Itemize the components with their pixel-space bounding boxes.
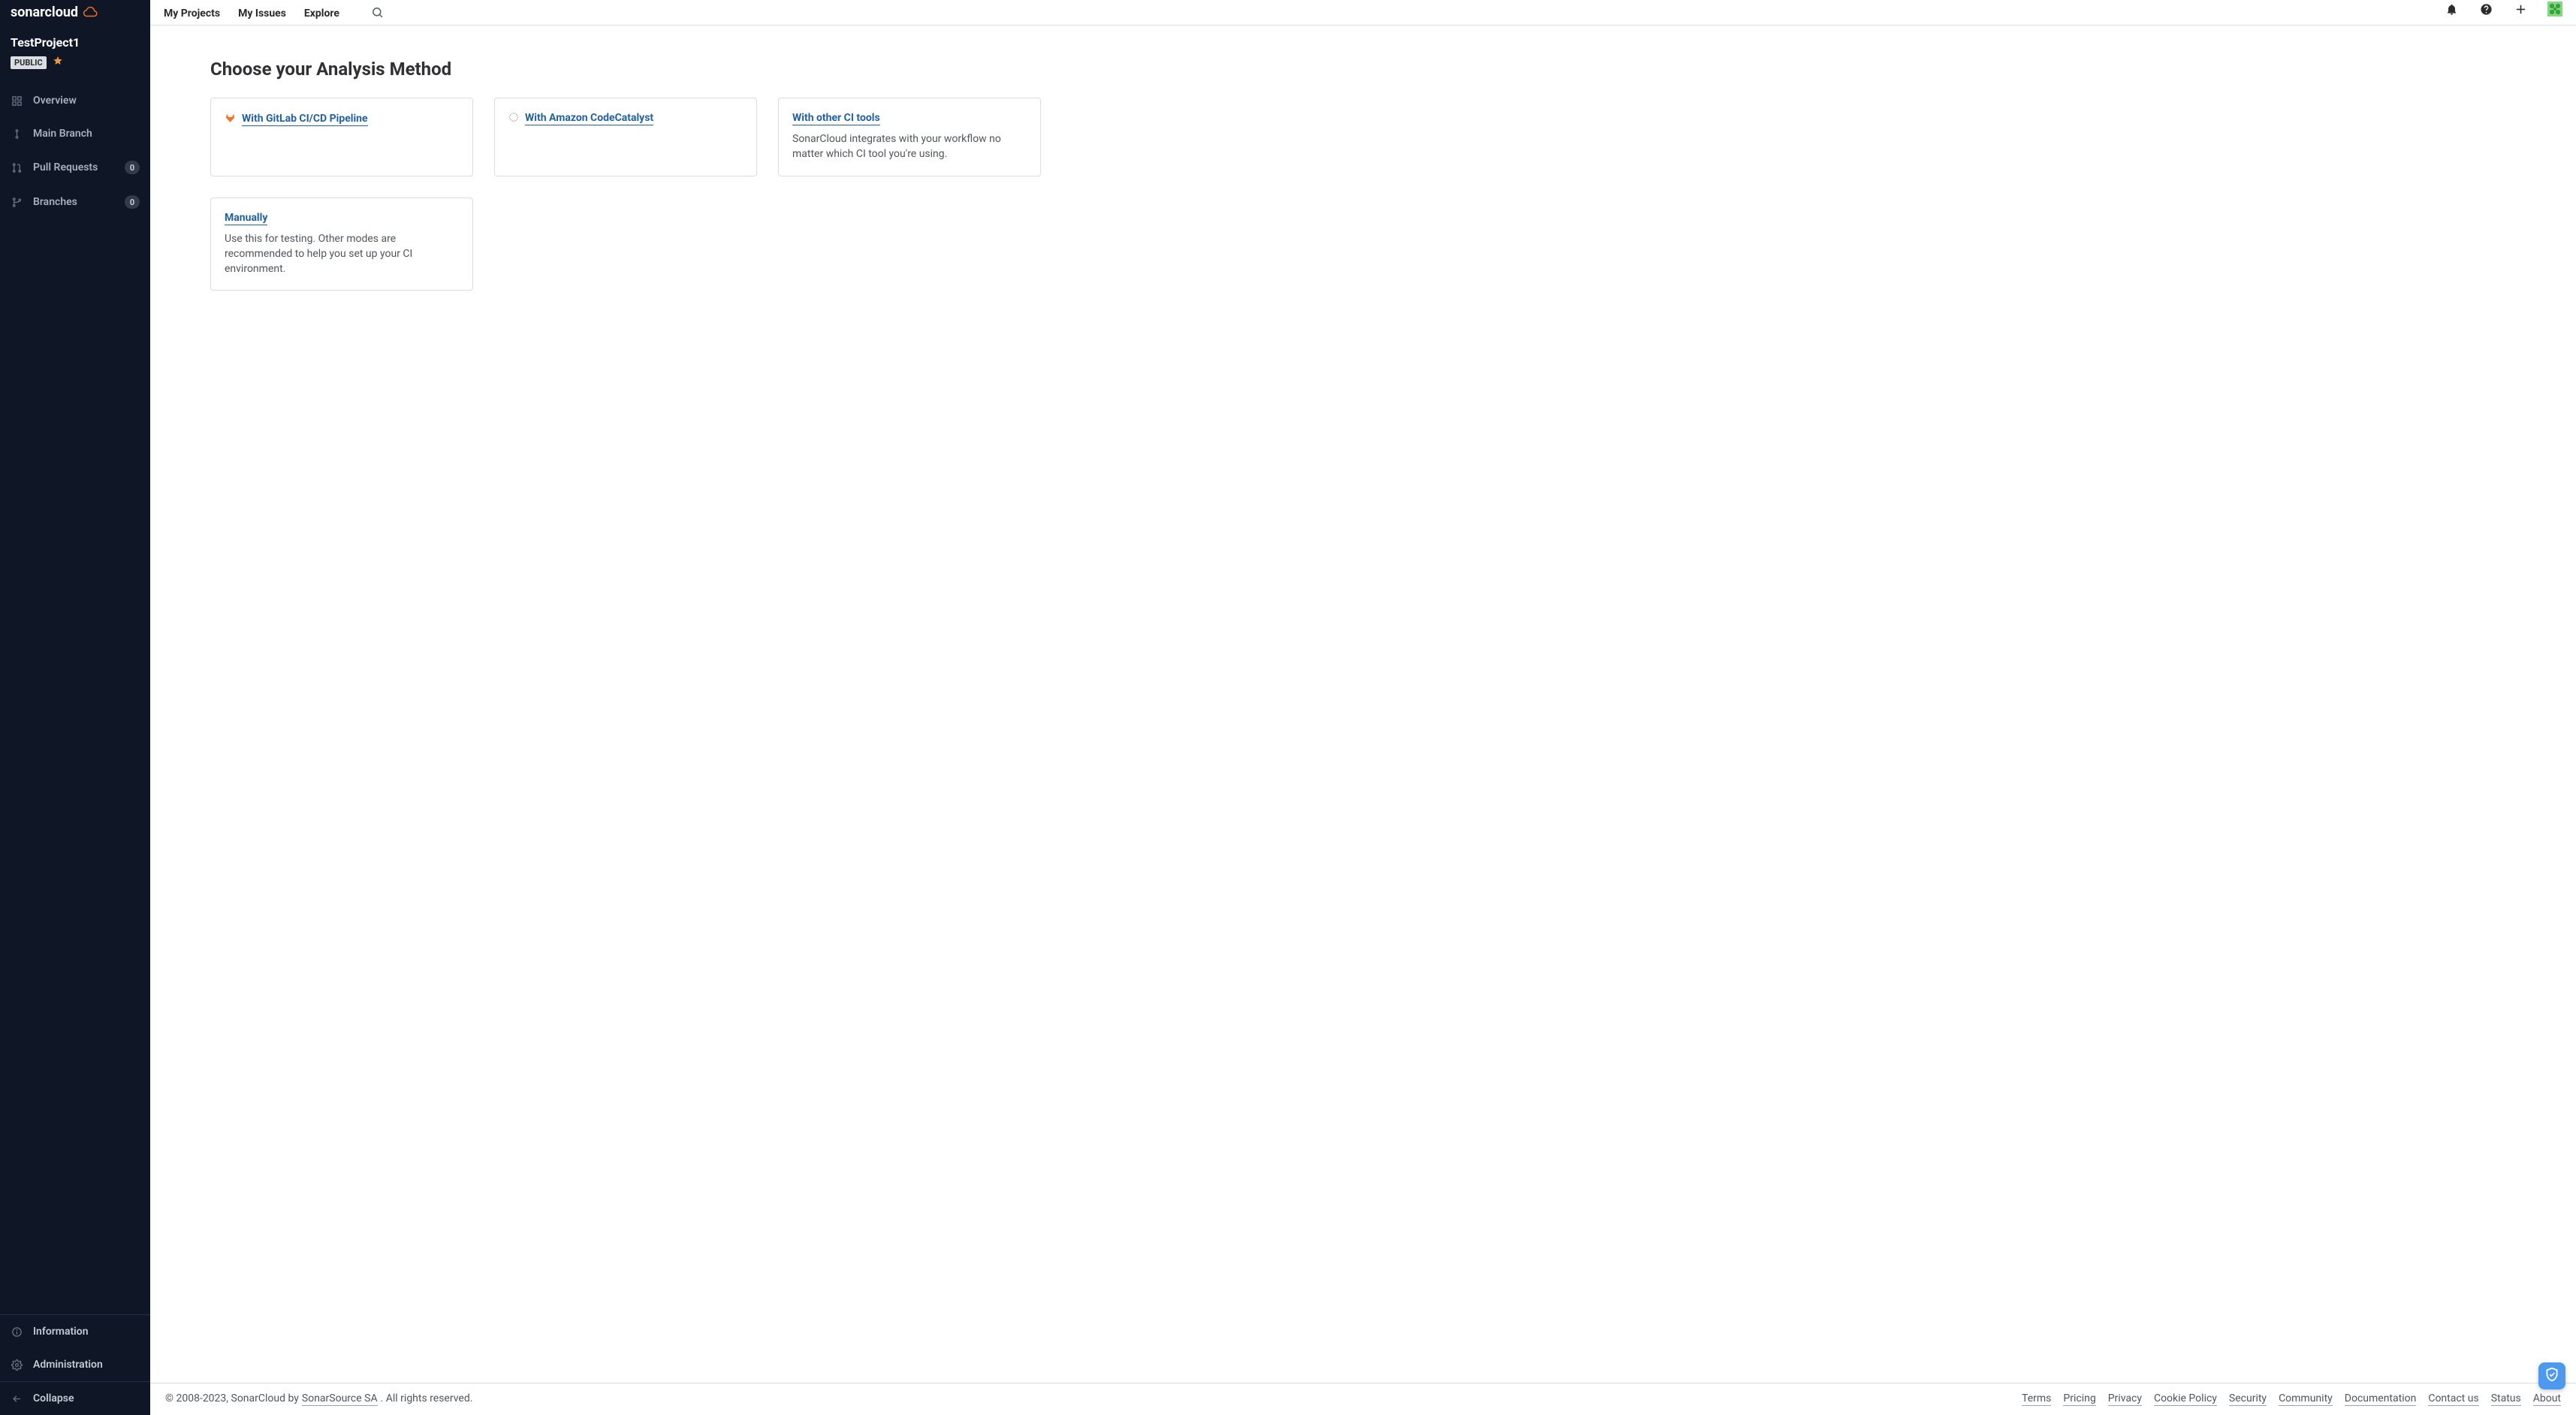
brand-name: sonarcloud <box>11 5 78 20</box>
arrow-left-icon <box>11 1392 23 1404</box>
footer-link-security[interactable]: Security <box>2229 1392 2267 1406</box>
card-description: SonarCloud integrates with your workflow… <box>792 131 1027 162</box>
shield-check-icon <box>2544 1367 2559 1385</box>
collapse-button[interactable]: Collapse <box>0 1382 150 1415</box>
sonarcloud-icon <box>83 6 99 20</box>
info-icon <box>11 1326 23 1338</box>
sidebar-item-label: Administration <box>33 1359 140 1371</box>
topbar: My Projects My Issues Explore <box>150 0 2576 26</box>
sidebar-item-information[interactable]: Information <box>0 1315 150 1348</box>
sidebar-item-label: Collapse <box>33 1392 140 1404</box>
sidebar-nav: Overview Main Branch Pull Requests 0 Bra… <box>0 78 150 225</box>
card-link[interactable]: With Amazon CodeCatalyst <box>525 112 653 125</box>
sidebar-item-label: Information <box>33 1326 140 1338</box>
company-link[interactable]: SonarSource SA <box>302 1392 378 1406</box>
card-manual[interactable]: Manually Use this for testing. Other mod… <box>210 198 473 291</box>
sidebar-item-main-branch[interactable]: Main Branch <box>0 117 150 150</box>
project-name: TestProject1 <box>11 35 140 50</box>
card-other-ci[interactable]: With other CI tools SonarCloud integrate… <box>778 98 1041 176</box>
sidebar-item-label: Branches <box>33 196 114 208</box>
branch-main-icon <box>11 128 23 140</box>
card-description: Use this for testing. Other modes are re… <box>225 231 459 277</box>
branches-icon <box>11 196 23 208</box>
nav-explore[interactable]: Explore <box>304 8 339 20</box>
footer-link-about[interactable]: About <box>2533 1392 2561 1406</box>
page-title: Choose your Analysis Method <box>210 59 2516 80</box>
footer-link-terms[interactable]: Terms <box>2022 1392 2051 1406</box>
footer-link-pricing[interactable]: Pricing <box>2063 1392 2095 1406</box>
avatar[interactable] <box>2547 2 2562 17</box>
gear-icon <box>11 1359 23 1371</box>
card-link[interactable]: With other CI tools <box>792 112 880 125</box>
sidebar-item-administration[interactable]: Administration <box>0 1348 150 1381</box>
footer-link-status[interactable]: Status <box>2491 1392 2521 1406</box>
sidebar-item-label: Main Branch <box>33 128 140 140</box>
help-icon[interactable] <box>2478 2 2493 17</box>
topbar-right <box>2444 0 2562 17</box>
privacy-shield-button[interactable] <box>2538 1362 2565 1389</box>
nav-my-projects[interactable]: My Projects <box>164 8 220 20</box>
footer-link-cookie[interactable]: Cookie Policy <box>2154 1392 2217 1406</box>
topnav: My Projects My Issues Explore <box>164 0 384 25</box>
project-header: TestProject1 PUBLIC <box>0 28 150 78</box>
codecatalyst-icon <box>508 112 519 125</box>
copyright-suffix: . All rights reserved. <box>381 1392 473 1404</box>
copyright-prefix: © 2008-2023, SonarCloud by <box>165 1392 299 1404</box>
card-link[interactable]: Manually <box>225 212 267 225</box>
card-aws-codecatalyst[interactable]: With Amazon CodeCatalyst <box>494 98 757 176</box>
main: My Projects My Issues Explore Choose you… <box>150 0 2576 1415</box>
star-icon[interactable] <box>53 56 63 69</box>
sidebar-item-label: Overview <box>33 95 140 107</box>
sidebar: sonarcloud TestProject1 PUBLIC Overview <box>0 0 150 1415</box>
sidebar-item-overview[interactable]: Overview <box>0 84 150 117</box>
sidebar-item-pull-requests[interactable]: Pull Requests 0 <box>0 150 150 185</box>
gitlab-icon <box>225 112 236 126</box>
plus-icon[interactable] <box>2513 2 2528 17</box>
card-gitlab[interactable]: With GitLab CI/CD Pipeline <box>210 98 473 176</box>
pull-request-icon <box>11 161 23 173</box>
card-link[interactable]: With GitLab CI/CD Pipeline <box>242 113 368 126</box>
sidebar-item-label: Pull Requests <box>33 161 114 173</box>
count-badge: 0 <box>125 195 140 209</box>
sidebar-item-branches[interactable]: Branches 0 <box>0 185 150 219</box>
footer-link-privacy[interactable]: Privacy <box>2108 1392 2142 1406</box>
sidebar-bottom: Information Administration <box>0 1314 150 1381</box>
footer-link-contact[interactable]: Contact us <box>2428 1392 2478 1406</box>
brand-logo[interactable]: sonarcloud <box>0 0 150 28</box>
footer: © 2008-2023, SonarCloud by SonarSource S… <box>150 1383 2576 1415</box>
count-badge: 0 <box>125 161 140 174</box>
notifications-icon[interactable] <box>2444 2 2459 17</box>
sidebar-collapse-row: Collapse <box>0 1381 150 1415</box>
footer-link-community[interactable]: Community <box>2279 1392 2333 1406</box>
dashboard-icon <box>11 95 23 107</box>
nav-my-issues[interactable]: My Issues <box>238 8 286 20</box>
analysis-method-cards: With GitLab CI/CD Pipeline With Amazon C… <box>210 98 2516 291</box>
content: Choose your Analysis Method With GitLab … <box>150 26 2576 1383</box>
search-icon[interactable] <box>371 5 384 22</box>
footer-link-docs[interactable]: Documentation <box>2345 1392 2417 1406</box>
visibility-badge: PUBLIC <box>11 56 47 69</box>
